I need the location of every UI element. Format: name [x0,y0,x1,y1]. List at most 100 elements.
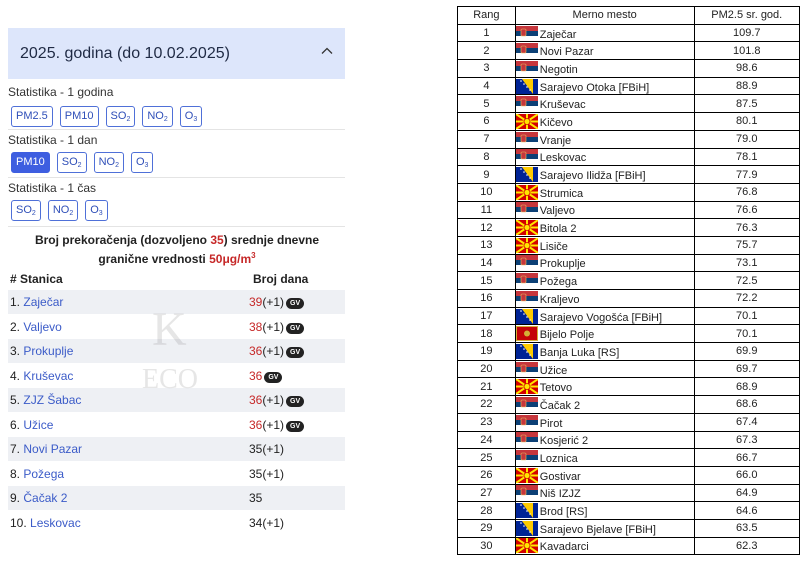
station-cell: Bitola 2 [514,218,695,237]
station-rank: 9. Čačak 2 [10,491,68,505]
station-cell: Kavadarci [514,536,695,556]
note-text-1: Broj prekoračenja (dozvoljeno [34,233,211,247]
rank-cell: 22 [457,395,516,414]
pollutant-button[interactable]: SO2 [105,106,136,127]
station-cell: Prokuplje [514,253,695,273]
station-name: Sarajevo Vogošća [FBiH] [539,311,663,324]
chevron-up-icon[interactable] [321,45,333,57]
ranking-table-header: # Stanica Broj dana [8,266,345,290]
station-name: Gostivar [539,470,581,483]
serbia-flag-icon [515,450,538,466]
rank-cell: 11 [457,200,516,220]
station-rank: 8. Požega [10,466,65,481]
table-row: 20 Užice 69.7 [457,359,800,379]
station-link[interactable]: Novi Pazar [23,442,82,456]
station-rank: 1. Zaječar [10,295,64,309]
pollutant-button[interactable]: O3 [179,106,203,127]
exceedance-days: 36(+1) GV [249,393,305,407]
pm25-value-cell: 76.8 [693,182,800,202]
station-link[interactable]: Kruševac [23,369,73,383]
pm25-value-cell: 79.0 [693,129,800,149]
station-name: Bijelo Polje [539,329,595,342]
table-row: 4 Sarajevo Otoka [FBiH] 88.9 [457,76,800,96]
table-row: 6 Kičevo 80.1 [457,112,800,131]
station-link[interactable]: ZJZ Šabac [23,393,81,407]
station-rank: 2. Valjevo [10,319,62,334]
station-link[interactable]: Prokuplje [23,344,73,358]
table-row: 10 Strumica 76.8 [457,182,800,202]
pollutant-button[interactable]: PM10 [11,152,50,173]
rank-cell: 2 [457,41,516,61]
pollutant-button[interactable]: PM2.5 [11,106,53,127]
days-column-header: Broj dana [253,272,309,286]
pollutant-button[interactable]: O3 [85,200,108,221]
station-cell: Strumica [514,182,695,202]
pollutant-button[interactable]: NO2 [47,200,79,221]
station-rank: 6. Užice [10,417,54,432]
year-accordion-header[interactable]: 2025. godina (do 10.02.2025) [8,28,345,79]
pollutant-button[interactable]: NO2 [142,106,173,127]
pollutant-button[interactable]: SO2 [56,152,87,173]
pollutant-button[interactable]: SO2 [11,200,41,221]
north-macedonia-flag-icon [515,379,538,395]
rank-cell: 3 [457,59,516,78]
station-name: Užice [539,364,568,377]
serbia-flag-icon [515,485,538,501]
serbia-flag-icon [515,60,538,76]
serbia-flag-icon [515,290,538,306]
rank-cell: 8 [457,147,516,167]
station-link[interactable]: Požega [23,467,64,481]
table-row: 14 Prokuplje 73.1 [457,253,800,273]
north-macedonia-flag-icon [515,237,538,253]
pm25-value-cell: 68.6 [693,395,800,414]
station-name: Brod [RS] [539,506,588,519]
rank-cell: 9 [457,165,516,184]
pm25-value-cell: 98.6 [693,59,800,78]
value-column-header: PM2.5 sr. god. [693,6,800,25]
serbia-flag-icon [515,255,538,271]
table-row: 2 Novi Pazar 101.8 [457,41,800,61]
station-link[interactable]: Čačak 2 [23,491,67,505]
station-cell: Kraljevo [514,289,695,308]
exceedance-days: 34(+1) [249,515,285,530]
station-cell: Požega [514,271,695,290]
north-macedonia-flag-icon [515,113,538,129]
station-rank: 3. Prokuplje [10,344,74,358]
station-link[interactable]: Leskovac [30,516,81,530]
pollutant-button[interactable]: PM10 [59,106,99,127]
svg-text:ECO: ECO [142,364,198,395]
serbia-flag-icon [515,96,538,112]
note-limit: 50μg/m3 [209,251,256,266]
pollutant-button[interactable]: O3 [130,152,154,173]
station-link[interactable]: Zaječar [23,295,63,309]
station-name: Prokuplje [539,258,586,271]
table-row: 16 Kraljevo 72.2 [457,289,800,308]
pm25-value-cell: 64.6 [693,501,800,520]
station-link[interactable]: Užice [23,418,53,432]
pm25-value-cell: 70.1 [693,306,800,326]
pm25-value-cell: 76.6 [693,200,800,220]
rank-cell: 14 [457,253,516,273]
station-name: Požega [539,276,578,289]
rank-cell: 12 [457,218,516,237]
station-name: Kruševac [539,99,586,112]
watermark-logo: K ECO [140,300,210,395]
rank-cell: 27 [457,483,516,503]
station-name: Kosjerić 2 [539,435,589,448]
station-cell: Tetovo [514,377,695,397]
station-name: Sarajevo Otoka [FBiH] [539,81,650,94]
table-row: 30 Kavadarci 62.3 [457,536,800,556]
station-name: Sarajevo Ilidža [FBiH] [539,170,646,183]
table-row: 12 Bitola 2 76.3 [457,218,800,237]
station-cell: Čačak 2 [514,395,695,414]
rank-cell: 1 [457,23,516,43]
montenegro-flag-icon [515,326,538,342]
station-rank: 10. Leskovac [10,515,81,530]
station-link[interactable]: Valjevo [23,320,61,334]
table-row: 7 Vranje 79.0 [457,129,800,149]
pollutant-button[interactable]: NO2 [93,152,124,173]
rank-cell: 26 [457,465,516,485]
pm25-value-cell: 67.4 [693,412,800,432]
station-name: Loznica [539,453,578,466]
exceedance-days: 38(+1) GV [249,320,305,334]
